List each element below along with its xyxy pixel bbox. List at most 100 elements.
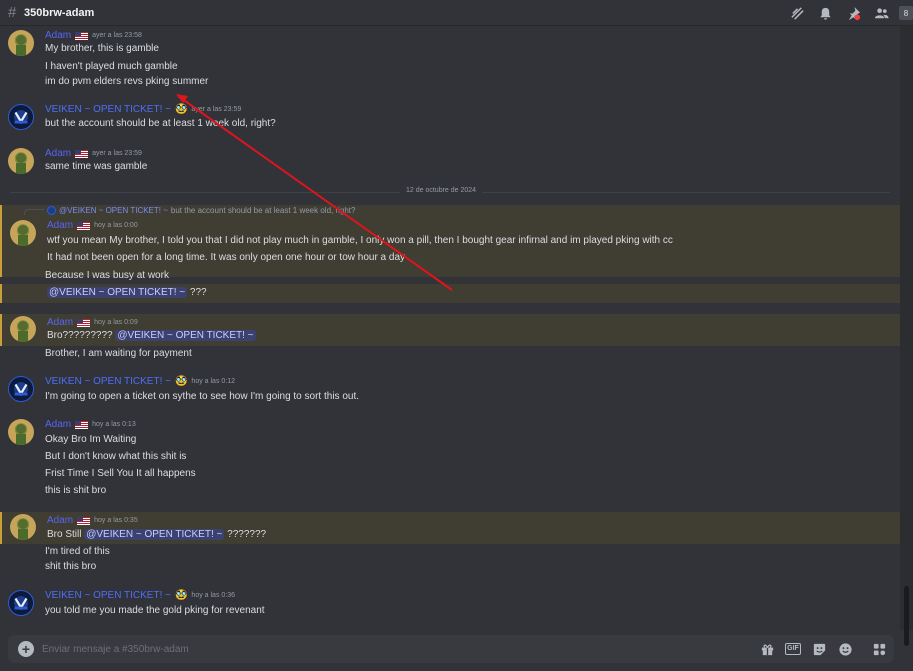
avatar[interactable] [8,30,34,56]
author-name[interactable]: VEIKEN ~ OPEN TICKET! ~ [45,376,171,387]
message-text: Bro????????? @VEIKEN ~ OPEN TICKET! ~ [47,330,256,341]
author-line: VEIKEN ~ OPEN TICKET! ~ 🥸 hoy a las 0:12 [45,376,235,387]
author-name[interactable]: VEIKEN ~ OPEN TICKET! ~ [45,104,171,115]
message-suffix: ??????? [224,529,267,540]
message-adam-1: Adam ayer a las 23:58 My brother, this i… [0,26,900,96]
avatar[interactable] [10,220,36,246]
header-toolbar: 8 [783,0,913,26]
us-flag-icon [77,221,91,230]
coin-icon: 🥸 [174,590,188,601]
header-badge: 8 [899,6,913,20]
apps-icon[interactable] [870,640,888,658]
message-text: but the account should be at least 1 wee… [45,118,276,129]
user-mention[interactable]: @VEIKEN ~ OPEN TICKET! ~ [115,330,256,341]
author-name[interactable]: Adam [45,30,71,41]
message-text: I'm going to open a ticket on sythe to s… [45,391,359,402]
timestamp[interactable]: hoy a las 0:09 [94,319,138,326]
mention-suffix: ??? [187,287,207,298]
message-input[interactable] [42,641,732,657]
author-name[interactable]: Adam [47,317,73,328]
avatar[interactable] [8,104,34,130]
emoji-icon[interactable] [836,640,854,658]
pin-icon[interactable] [839,0,867,26]
scrollbar-thumb[interactable] [904,586,909,646]
message-text: My brother, this is gamble [45,43,159,54]
avatar[interactable] [8,590,34,616]
avatar[interactable] [10,316,36,342]
message-adam-bro: Adam hoy a las 0:09 Bro????????? @VEIKEN… [0,314,900,346]
message-prefix: Bro Still [47,529,82,540]
hashtag-icon: # [8,4,17,21]
author-name[interactable]: Adam [47,515,73,526]
message-adam-2: Adam ayer a las 23:59 same time was gamb… [0,146,900,180]
us-flag-icon [75,149,89,158]
gift-icon[interactable] [758,640,776,658]
message-text: Bro Still @VEIKEN ~ OPEN TICKET! ~ ?????… [47,529,266,540]
reply-avatar-icon [47,206,56,215]
message-text: @VEIKEN ~ OPEN TICKET! ~ ??? [47,287,207,298]
timestamp[interactable]: ayer a las 23:59 [92,150,142,157]
message-text: this is shit bro [45,485,107,496]
user-mention[interactable]: @VEIKEN ~ OPEN TICKET! ~ [84,529,225,540]
bell-icon[interactable] [811,0,839,26]
message-text: same time was gamble [45,161,148,172]
message-list: Adam ayer a las 23:58 My brother, this i… [0,26,900,630]
sticker-icon[interactable] [810,640,828,658]
author-line: Adam ayer a las 23:59 [45,148,142,159]
message-veiken-3: VEIKEN ~ OPEN TICKET! ~ 🥸 hoy a las 0:36… [0,587,900,623]
message-text: Because I was busy at work [45,270,169,281]
author-line: Adam ayer a las 23:58 [45,30,142,41]
author-name[interactable]: Adam [45,148,71,159]
message-adam-still: Adam hoy a las 0:35 Bro Still @VEIKEN ~ … [0,512,900,544]
reply-spine [24,209,44,215]
author-name[interactable]: Adam [45,419,71,430]
timestamp[interactable]: hoy a las 0:00 [94,222,138,229]
author-name[interactable]: Adam [47,220,73,231]
scrollbar-track[interactable] [900,26,913,646]
coin-icon: 🥸 [174,104,188,115]
message-text: im do pvm elders revs pking summer [45,76,209,87]
add-attachment-button[interactable]: + [18,641,34,657]
timestamp[interactable]: hoy a las 0:12 [191,378,235,385]
avatar[interactable] [10,514,36,540]
message-text: I haven't played much gamble [45,61,178,72]
avatar[interactable] [8,148,34,174]
timestamp[interactable]: ayer a las 23:58 [92,32,142,39]
message-text: you told me you made the gold pking for … [45,605,265,616]
message-text: I'm tired of this [45,546,110,557]
user-mention[interactable]: @VEIKEN ~ OPEN TICKET! ~ [47,287,188,298]
author-line: Adam hoy a las 0:00 [47,220,138,231]
reply-text: but the account should be at least 1 wee… [170,206,356,215]
message-text: Brother, I am waiting for payment [45,348,192,359]
reply-author: @VEIKEN ~ OPEN TICKET! ~ [59,206,168,215]
timestamp[interactable]: hoy a las 0:35 [94,517,138,524]
message-composer: + GIF [8,635,894,663]
gif-icon[interactable]: GIF [784,640,802,658]
message-text: It had not been open for a long time. It… [47,252,406,263]
author-line: Adam hoy a las 0:09 [47,317,138,328]
author-line: VEIKEN ~ OPEN TICKET! ~ 🥸 hoy a las 0:36 [45,590,235,601]
avatar[interactable] [8,419,34,445]
reply-reference[interactable]: @VEIKEN ~ OPEN TICKET! ~ but the account… [47,206,355,215]
message-mention-line: @VEIKEN ~ OPEN TICKET! ~ ??? [0,284,900,303]
us-flag-icon [75,31,89,40]
avatar[interactable] [8,376,34,402]
members-icon[interactable] [867,0,895,26]
author-name[interactable]: VEIKEN ~ OPEN TICKET! ~ [45,590,171,601]
message-text: But I don't know what this shit is [45,451,187,462]
message-text: Frist Time I Sell You It all happens [45,468,196,479]
date-divider-label: 12 de octubre de 2024 [400,187,483,194]
timestamp[interactable]: hoy a las 0:13 [92,421,136,428]
channel-header: # 350brw-adam 8 [0,0,913,26]
timestamp[interactable]: hoy a las 0:36 [191,592,235,599]
us-flag-icon [77,318,91,327]
author-line: VEIKEN ~ OPEN TICKET! ~ 🥸 ayer a las 23:… [45,104,241,115]
message-adam-3: Adam hoy a las 0:13 Okay Bro Im Waiting … [0,416,900,500]
channel-name: 350brw-adam [24,6,95,19]
threads-icon[interactable] [783,0,811,26]
us-flag-icon [75,420,89,429]
message-veiken-2: VEIKEN ~ OPEN TICKET! ~ 🥸 hoy a las 0:12… [0,373,900,407]
message-veiken-1: VEIKEN ~ OPEN TICKET! ~ 🥸 ayer a las 23:… [0,102,900,138]
coin-icon: 🥸 [174,376,188,387]
timestamp[interactable]: ayer a las 23:59 [191,106,241,113]
